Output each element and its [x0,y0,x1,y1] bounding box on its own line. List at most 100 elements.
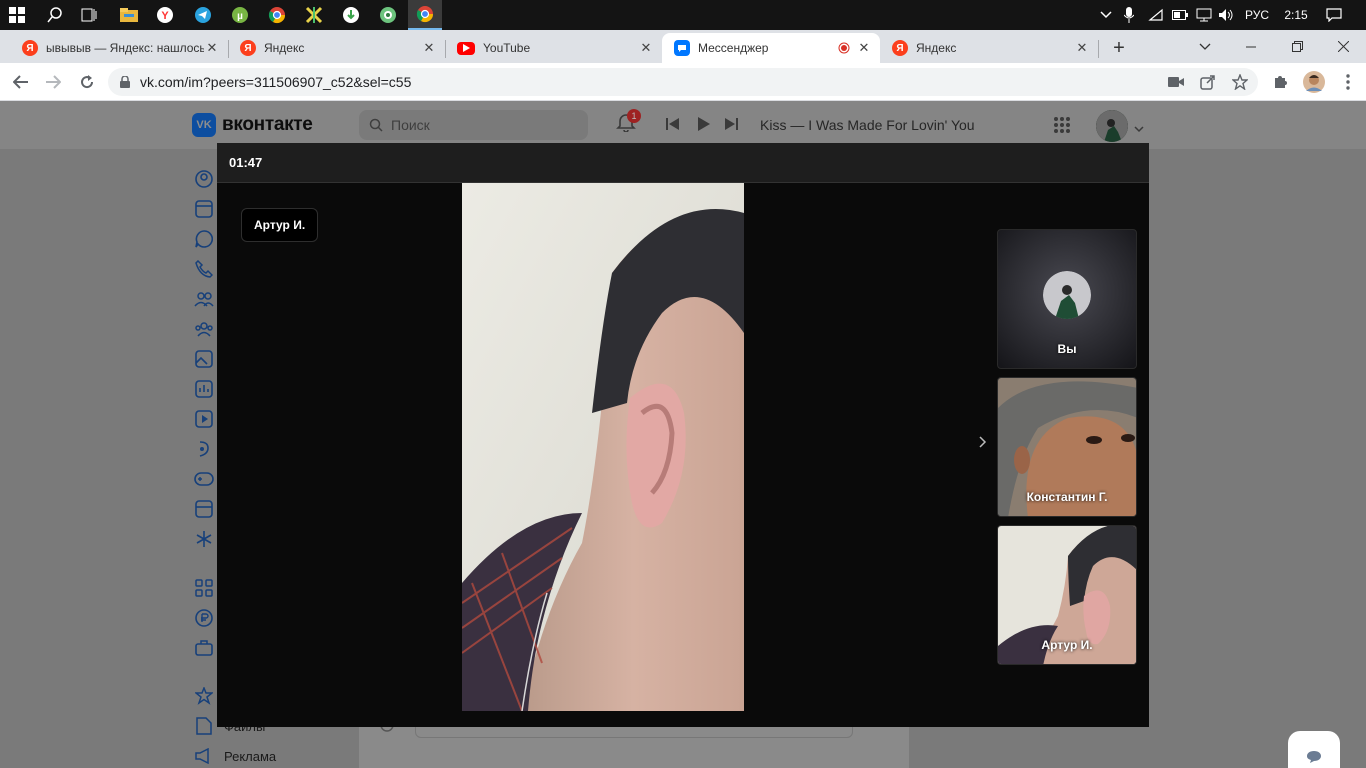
news-icon[interactable] [192,199,216,219]
vk-user-avatar[interactable] [1096,110,1128,142]
chat-bubble-icon [1307,751,1321,763]
search-icon [369,118,383,132]
participant-tile[interactable]: Вы [997,229,1137,369]
chat-fab-button[interactable] [1288,731,1340,768]
browser-tab[interactable]: Я ывывыв — Яндекс: нашлось ✕ [10,33,228,63]
file-explorer-icon[interactable] [112,0,146,30]
browser-tab[interactable]: Я Яндекс ✕ [880,33,1098,63]
vk-message-composer [359,714,909,768]
microphone-icon[interactable] [1120,0,1138,30]
chrome-menu-icon[interactable] [1334,68,1362,96]
language-indicator[interactable]: РУС [1240,0,1274,30]
download-app-icon[interactable] [334,0,368,30]
vk-notifications-bell-icon[interactable]: 1 [616,109,641,134]
forward-icon[interactable] [38,67,68,97]
messenger-icon[interactable] [192,229,216,249]
browser-tab-active[interactable]: Мессенджер ✕ [662,33,880,63]
address-bar[interactable]: vk.com/im?peers=311506907_c52&sel=c55 [108,68,1258,96]
yandex-browser-icon[interactable]: Y [148,0,182,30]
browser-toolbar: vk.com/im?peers=311506907_c52&sel=c55 [0,63,1366,101]
market-icon[interactable] [192,499,216,519]
app-icon[interactable] [297,0,331,30]
call-header: 01:47 [217,143,1149,183]
notifications-icon[interactable] [1320,0,1348,30]
main-video-stream[interactable] [462,183,744,711]
video-icon[interactable] [192,409,216,429]
network-icon[interactable] [1194,0,1214,30]
participant-tile[interactable]: Константин Г. [997,377,1137,517]
task-view-icon[interactable] [72,0,106,30]
search-icon[interactable] [38,0,72,30]
close-icon[interactable]: ✕ [1074,40,1090,56]
game-app-icon[interactable] [371,0,405,30]
close-icon[interactable]: ✕ [638,40,654,56]
chevron-down-icon[interactable] [1134,120,1144,138]
battery-icon[interactable] [1170,0,1190,30]
ads-icon[interactable] [192,746,216,766]
clips-icon[interactable] [192,439,216,459]
wifi-icon[interactable] [1146,0,1166,30]
photos-icon[interactable] [192,349,216,369]
restore-button[interactable] [1274,30,1320,63]
minimize-button[interactable] [1228,30,1274,63]
close-icon[interactable]: ✕ [421,40,437,56]
participant-tile[interactable]: Артур И. [997,525,1137,665]
calls-icon[interactable] [192,259,216,279]
reload-icon[interactable] [72,67,102,97]
back-icon[interactable] [6,67,36,97]
yandex-icon: Я [892,40,908,56]
group-call-window: 01:47 Артур И. Вы Константин Г. Артур И. [217,143,1149,727]
apps-grid-icon[interactable] [1053,116,1071,139]
music-icon[interactable] [192,379,216,399]
tab-divider [1098,40,1099,58]
svg-text:Y: Y [161,10,169,22]
volume-icon[interactable] [1216,0,1236,30]
now-playing-track[interactable]: Kiss — I Was Made For Lovin' You [760,117,975,133]
play-icon[interactable] [696,117,710,136]
utorrent-icon[interactable]: µ [223,0,257,30]
camera-in-use-icon[interactable] [1162,68,1190,96]
new-tab-button[interactable]: + [1104,33,1134,63]
browser-tab-strip: Я ывывыв — Яндекс: нашлось ✕ Я Яндекс ✕ … [0,30,1366,63]
close-icon[interactable]: ✕ [204,40,220,56]
files-icon[interactable] [192,716,216,736]
participant-name: Константин Г. [1026,490,1108,504]
next-track-icon[interactable] [724,117,738,136]
services-icon[interactable] [192,578,216,598]
games-icon[interactable] [192,469,216,489]
profile-avatar[interactable] [1300,68,1328,96]
windows-start-icon[interactable] [0,0,34,30]
tab-search-icon[interactable] [1182,30,1228,63]
chevron-right-icon[interactable] [979,435,987,453]
vk-search-input[interactable]: Поиск [359,110,588,140]
close-window-button[interactable] [1320,30,1366,63]
vk-pay-icon[interactable] [192,608,216,628]
participant-avatar [1043,271,1091,319]
share-icon[interactable] [1194,68,1222,96]
tab-title: Яндекс [264,41,305,55]
communities-icon[interactable] [192,319,216,339]
recording-indicator-icon [836,40,852,56]
snowflake-icon[interactable] [192,529,216,549]
telegram-icon[interactable] [186,0,220,30]
extensions-icon[interactable] [1266,68,1294,96]
sidebar-label-ads[interactable]: Реклама [224,749,276,764]
vk-logo[interactable]: VK вконтакте [192,113,313,137]
my-page-icon[interactable] [192,169,216,189]
browser-tab[interactable]: YouTube ✕ [445,33,662,63]
close-icon[interactable]: ✕ [856,40,872,56]
previous-track-icon[interactable] [666,117,680,136]
yandex-icon: Я [22,40,38,56]
work-icon[interactable] [192,638,216,658]
chrome-icon[interactable] [260,0,294,30]
chrome-active-icon[interactable] [408,0,442,30]
clock[interactable]: 2:15 [1278,0,1314,30]
bookmarks-icon[interactable] [192,686,216,706]
tray-chevron-icon[interactable] [1096,0,1116,30]
friends-icon[interactable] [192,289,216,309]
bookmark-star-icon[interactable] [1226,68,1254,96]
main-video-frame [462,183,744,711]
tab-title: ывывыв — Яндекс: нашлось [46,41,204,55]
browser-tab[interactable]: Я Яндекс ✕ [228,33,445,63]
lock-icon[interactable] [120,76,130,88]
